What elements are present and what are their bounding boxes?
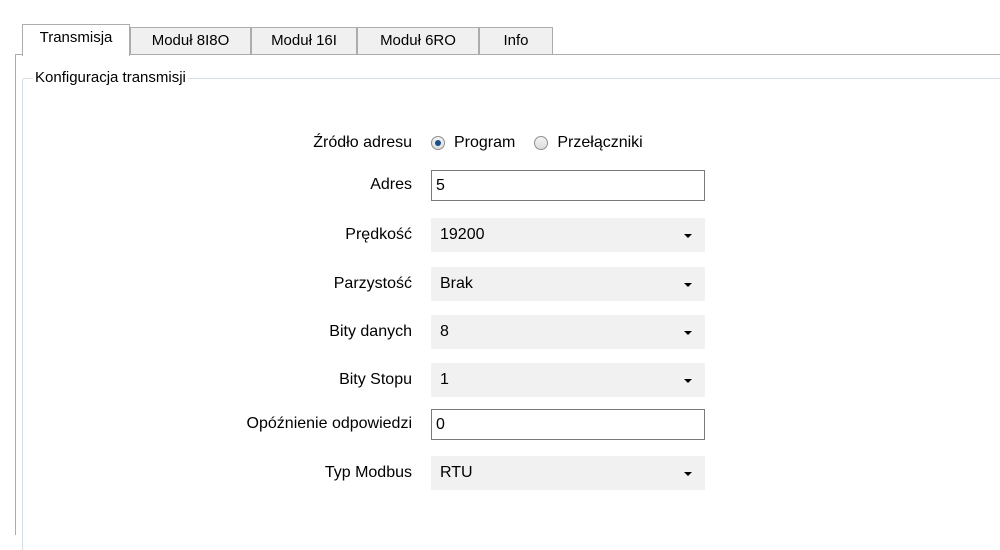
chevron-down-icon[interactable] bbox=[684, 331, 692, 335]
address-source-radio-group: Program Przełączniki bbox=[431, 132, 643, 154]
label-address-source: Źródło adresu bbox=[313, 134, 412, 151]
modbus-type-combobox[interactable]: RTU bbox=[431, 456, 705, 490]
radio-program[interactable] bbox=[431, 136, 445, 150]
parity-combobox[interactable]: Brak bbox=[431, 267, 705, 301]
stop-bits-value: 1 bbox=[440, 371, 449, 388]
groupbox-title: Konfiguracja transmisji bbox=[33, 69, 188, 87]
tab-modul-8i8o[interactable]: Moduł 8I8O bbox=[130, 27, 251, 54]
speed-combobox[interactable]: 19200 bbox=[431, 218, 705, 252]
label-data-bits: Bity danych bbox=[329, 323, 412, 340]
chevron-down-icon[interactable] bbox=[684, 234, 692, 238]
stop-bits-combobox[interactable]: 1 bbox=[431, 363, 705, 397]
radio-program-label[interactable]: Program bbox=[454, 134, 515, 152]
label-address: Adres bbox=[370, 176, 412, 193]
radio-switches[interactable] bbox=[534, 136, 549, 150]
modbus-type-value: RTU bbox=[440, 464, 473, 481]
chevron-down-icon[interactable] bbox=[684, 472, 692, 476]
label-response-delay: Opóźnienie odpowiedzi bbox=[246, 415, 412, 432]
chevron-down-icon[interactable] bbox=[684, 283, 692, 287]
label-parity: Parzystość bbox=[333, 275, 412, 292]
tab-modul-6ro[interactable]: Moduł 6RO bbox=[357, 27, 479, 54]
data-bits-value: 8 bbox=[440, 323, 449, 340]
tab-transmisja[interactable]: Transmisja bbox=[22, 24, 130, 56]
chevron-down-icon[interactable] bbox=[684, 379, 692, 383]
address-input[interactable]: 5 bbox=[431, 170, 705, 201]
label-modbus-type: Typ Modbus bbox=[324, 464, 412, 481]
parity-value: Brak bbox=[440, 275, 473, 292]
data-bits-combobox[interactable]: 8 bbox=[431, 315, 705, 349]
label-stop-bits: Bity Stopu bbox=[339, 371, 412, 388]
label-speed: Prędkość bbox=[345, 226, 412, 243]
response-delay-input[interactable]: 0 bbox=[431, 409, 705, 440]
speed-value: 19200 bbox=[440, 226, 485, 243]
tab-info[interactable]: Info bbox=[479, 27, 553, 54]
tab-modul-16i[interactable]: Moduł 16I bbox=[251, 27, 357, 54]
radio-switches-label[interactable]: Przełączniki bbox=[557, 134, 642, 152]
